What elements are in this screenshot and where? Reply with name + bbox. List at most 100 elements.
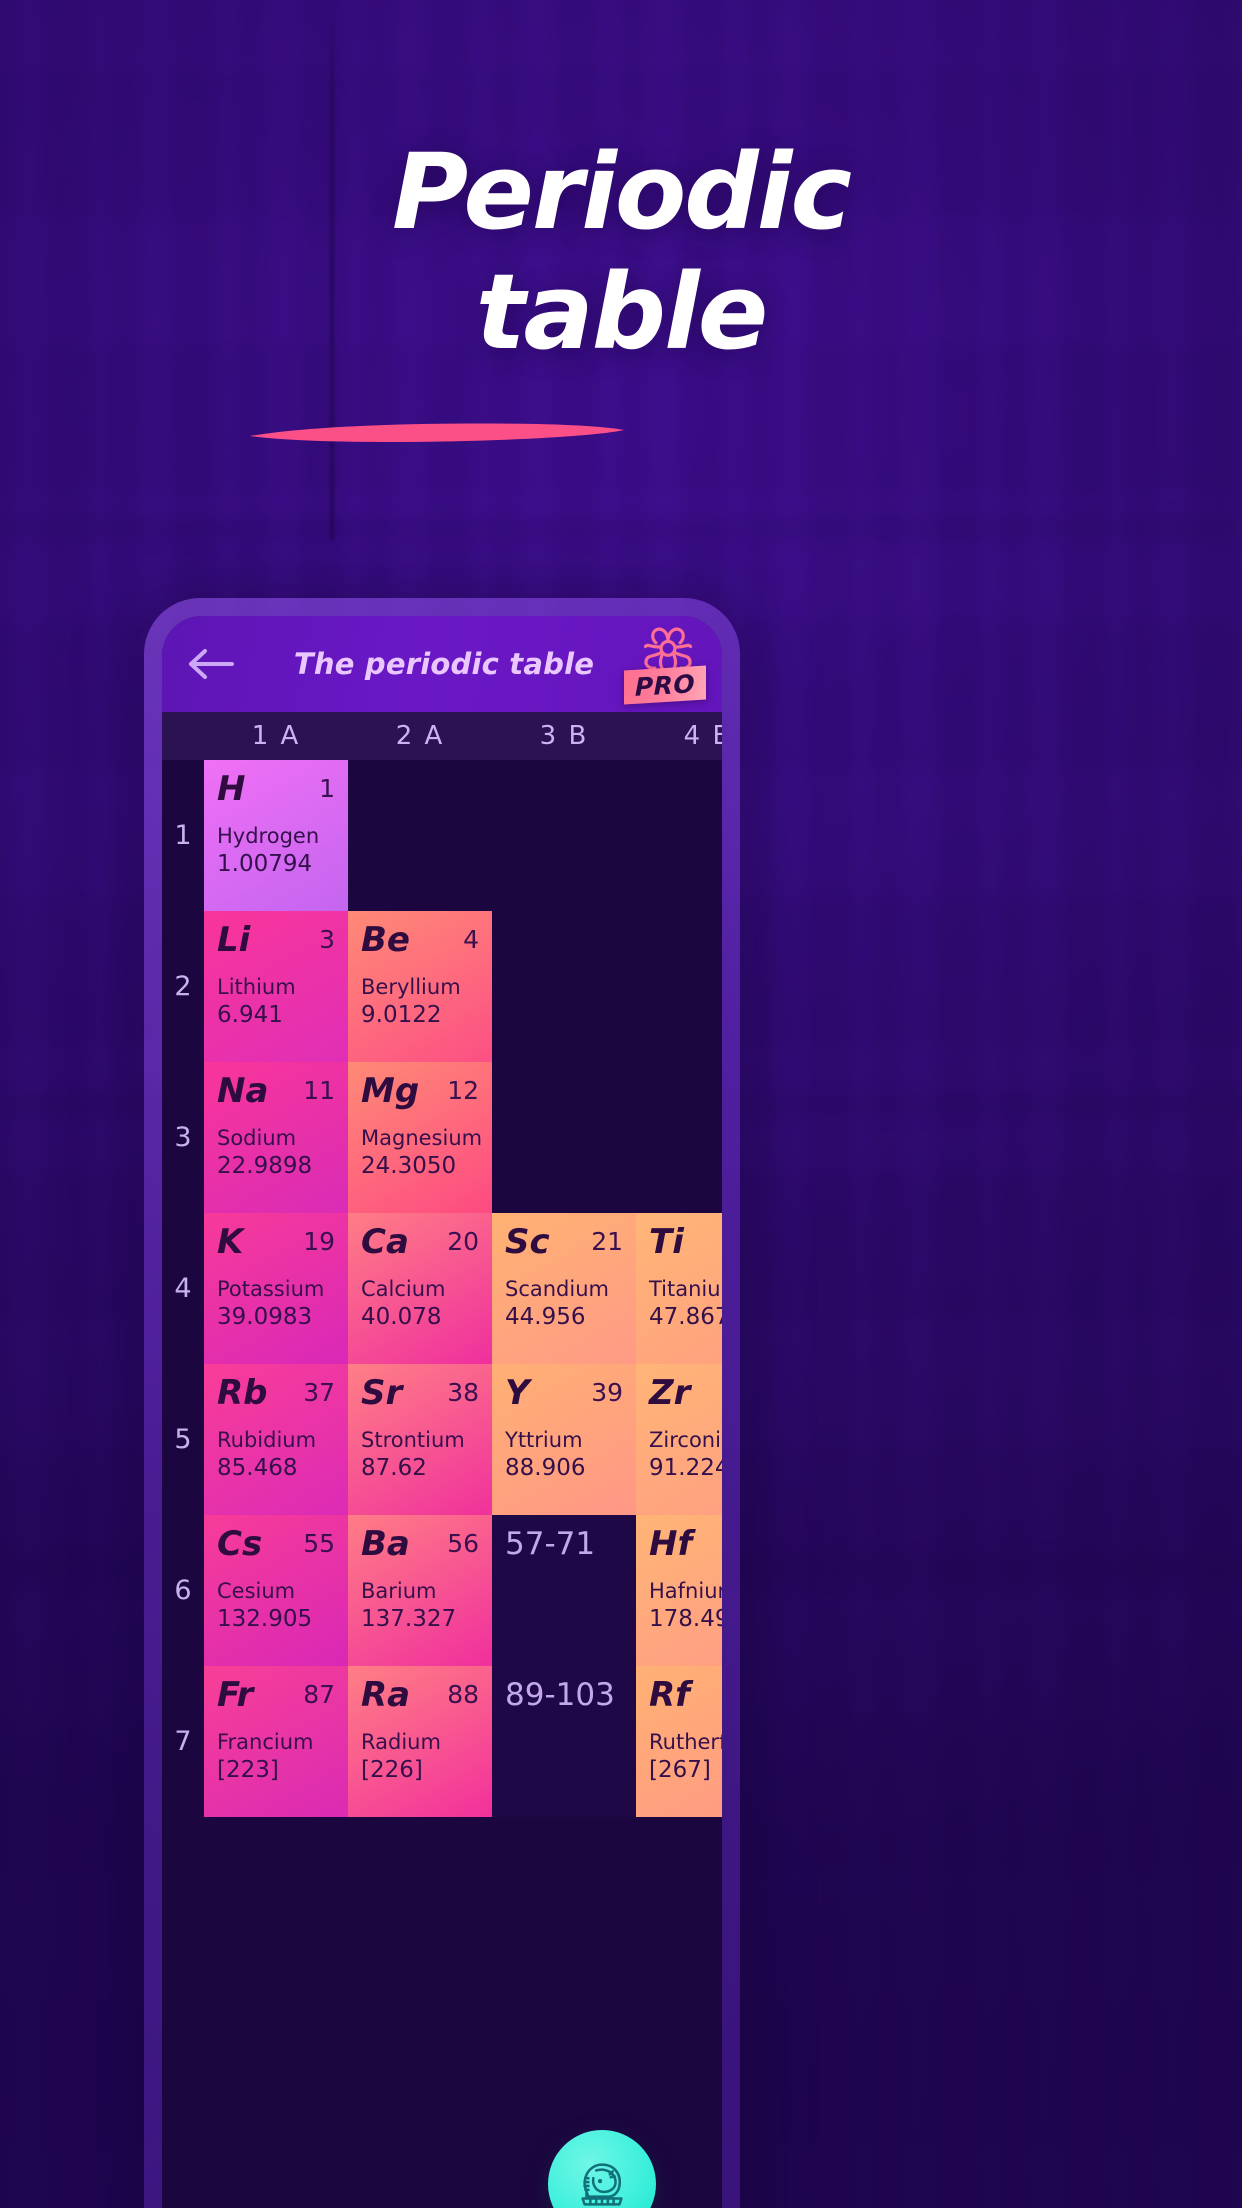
series-placeholder-cell[interactable]: 89-103 — [492, 1666, 636, 1817]
element-symbol: Hf — [649, 1524, 693, 1564]
phone-mockup: The periodic table PRO 1 A 2 A 3 B 4 1 H… — [144, 598, 740, 2208]
space-helmet-icon — [581, 2163, 623, 2206]
screenshot-stage: Periodic table The periodic table PRO 1 … — [0, 0, 1242, 2208]
element-atomic-mass: 22.9898 — [217, 1152, 313, 1179]
element-cell[interactable]: Ra 88 Radium [226] — [348, 1666, 492, 1817]
periodic-table-row: 4 K 19 Potassium 39.0983 Ca 20 Calcium 40.078 Sc 2… — [162, 1213, 722, 1364]
element-symbol: Li — [217, 920, 251, 960]
element-cell[interactable]: Na 11 Sodium 22.9898 — [204, 1062, 348, 1213]
period-number: 7 — [162, 1666, 204, 1817]
element-atomic-number: 38 — [447, 1378, 479, 1407]
empty-cell — [492, 760, 636, 911]
empty-cell — [636, 1062, 722, 1213]
hero-title-line-1: Periodic — [391, 131, 852, 253]
element-cell[interactable]: Be 4 Beryllium 9.0122 — [348, 911, 492, 1062]
element-atomic-number: 87 — [303, 1680, 335, 1709]
element-cell[interactable]: Ca 20 Calcium 40.078 — [348, 1213, 492, 1364]
element-cell[interactable]: Cs 55 Cesium 132.905 — [204, 1515, 348, 1666]
element-cell[interactable]: Y 39 Yttrium 88.906 — [492, 1364, 636, 1515]
app-bar: The periodic table PRO — [162, 616, 722, 712]
element-atomic-mass: 39.0983 — [217, 1303, 313, 1330]
chemistry-fab-button[interactable] — [548, 2130, 656, 2208]
element-atomic-mass: 88.906 — [505, 1454, 586, 1481]
element-symbol: Ti — [649, 1222, 684, 1262]
element-symbol: H — [217, 769, 246, 809]
periodic-table-row: 1 H 1 Hydrogen 1.00794 — [162, 760, 722, 911]
element-name: Rubidium — [217, 1427, 317, 1452]
period-number: 1 — [162, 760, 204, 911]
element-symbol: Rf — [649, 1675, 690, 1715]
element-cell[interactable]: Li 3 Lithium 6.941 — [204, 911, 348, 1062]
element-atomic-number: 37 — [303, 1378, 335, 1407]
element-atomic-mass: [223] — [217, 1756, 279, 1783]
periodic-table-row: 2 Li 3 Lithium 6.941 Be 4 Beryllium 9.0122 — [162, 911, 722, 1062]
element-name: Radium — [361, 1729, 441, 1754]
element-name: Barium — [361, 1578, 437, 1603]
element-atomic-mass: 87.62 — [361, 1454, 427, 1481]
element-name: Sodium — [217, 1125, 297, 1150]
element-name: Rutherfordium — [649, 1729, 722, 1754]
element-cell[interactable]: Ti22Titanium47.867 — [636, 1213, 722, 1364]
element-cell[interactable]: Rf 104 Rutherfordium[267] — [636, 1666, 722, 1817]
hero-title-line-2: table — [475, 251, 769, 373]
period-number: 2 — [162, 911, 204, 1062]
element-cell[interactable]: Hf72Hafnium178.49 — [636, 1515, 722, 1666]
app-bar-title: The periodic table — [293, 647, 595, 681]
element-cell[interactable]: Mg 12 Magnesium 24.3050 — [348, 1062, 492, 1213]
periodic-table-row: 3 Na 11 Sodium 22.9898 Mg 12 Magnesium 24.3050 — [162, 1062, 722, 1213]
group-header-2a[interactable]: 2 A — [348, 721, 492, 751]
hero-underline-swoosh — [250, 423, 624, 442]
element-atomic-number: 56 — [447, 1529, 479, 1558]
periodic-table-row: 7 Fr 87 Francium [223] Ra 88 Radium [226] 89-103 R… — [162, 1666, 722, 1817]
element-name: Cesium — [217, 1578, 296, 1603]
empty-cell — [492, 1062, 636, 1213]
element-atomic-number: 88 — [447, 1680, 479, 1709]
element-name: Hydrogen — [217, 823, 320, 848]
element-name: Titanium — [649, 1276, 722, 1301]
element-atomic-number: 55 — [303, 1529, 335, 1558]
pro-badge-label: PRO — [634, 668, 696, 702]
series-range-label: 89-103 — [505, 1677, 615, 1713]
element-atomic-mass: 47.867 — [649, 1303, 722, 1330]
element-cell[interactable]: Rb 37 Rubidium 85.468 — [204, 1364, 348, 1515]
element-name: Potassium — [217, 1276, 325, 1301]
element-name: Beryllium — [361, 974, 461, 999]
element-symbol: Zr — [649, 1373, 691, 1413]
element-cell[interactable]: Fr 87 Francium [223] — [204, 1666, 348, 1817]
element-cell[interactable]: K 19 Potassium 39.0983 — [204, 1213, 348, 1364]
period-number: 3 — [162, 1062, 204, 1213]
element-cell[interactable]: H 1 Hydrogen 1.00794 — [204, 760, 348, 911]
element-atomic-mass: [226] — [361, 1756, 423, 1783]
element-atomic-number: 11 — [303, 1076, 335, 1105]
empty-cell — [636, 911, 722, 1062]
period-number: 6 — [162, 1515, 204, 1666]
element-name: Strontium — [361, 1427, 465, 1452]
empty-cell — [636, 760, 722, 911]
element-cell[interactable]: Sc 21 Scandium 44.956 — [492, 1213, 636, 1364]
element-cell[interactable]: Sr 38 Strontium 87.62 — [348, 1364, 492, 1515]
element-atomic-number: 19 — [303, 1227, 335, 1256]
periodic-table-grid: 1 H 1 Hydrogen 1.00794 2 Li 3 Lithium 6.941 Be 4 Ber… — [162, 760, 722, 1817]
element-atomic-number: 39 — [591, 1378, 623, 1407]
element-atomic-mass: 1.00794 — [217, 850, 313, 877]
group-header-3b[interactable]: 3 B — [492, 721, 636, 751]
pro-badge: PRO — [624, 665, 706, 705]
element-name: Scandium — [505, 1276, 609, 1301]
back-button[interactable] — [180, 633, 242, 695]
group-header-1a[interactable]: 1 A — [204, 721, 348, 751]
empty-cell — [348, 760, 492, 911]
series-placeholder-cell[interactable]: 57-71 — [492, 1515, 636, 1666]
element-atomic-mass: 85.468 — [217, 1454, 298, 1481]
pro-button[interactable]: PRO — [624, 616, 714, 712]
group-header-4b[interactable]: 4 B — [636, 721, 722, 751]
element-cell[interactable]: Ba 56 Barium 137.327 — [348, 1515, 492, 1666]
element-name: Yttrium — [505, 1427, 583, 1452]
period-number: 4 — [162, 1213, 204, 1364]
element-name: Francium — [217, 1729, 314, 1754]
element-name: Hafnium — [649, 1578, 722, 1603]
element-cell[interactable]: Zr40Zirconium91.224 — [636, 1364, 722, 1515]
element-atomic-mass: 137.327 — [361, 1605, 457, 1632]
element-atomic-mass: 40.078 — [361, 1303, 442, 1330]
element-name: Magnesium — [361, 1125, 483, 1150]
element-symbol: Be — [361, 920, 410, 960]
